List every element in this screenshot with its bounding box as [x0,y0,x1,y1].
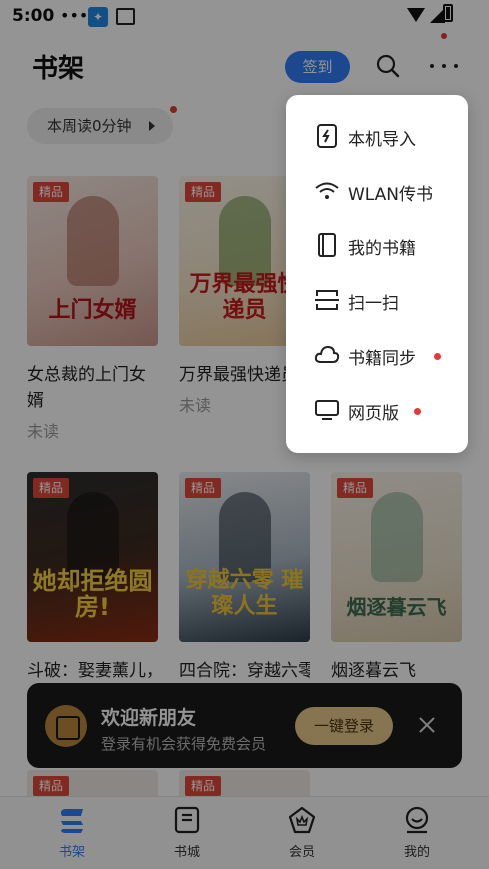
menu-item-local-import[interactable]: 本机导入 [286,112,468,160]
new-dot [414,408,421,415]
menu-label: WLAN传书 [348,185,434,205]
scan-icon [315,290,339,310]
menu-label: 扫一扫 [348,294,399,314]
menu-label: 书籍同步 [348,349,416,369]
menu-item-scan[interactable]: 扫一扫 [286,276,468,324]
menu-label: 本机导入 [348,130,416,150]
menu-item-my-books[interactable]: 我的书籍 [286,221,468,269]
monitor-icon [315,400,339,420]
more-popup-menu: 本机导入 WLAN传书 我的书籍 扫一扫 书籍同步 网页版 [286,95,468,453]
cloud-icon [314,345,340,363]
menu-label: 网页版 [348,404,399,424]
new-dot [434,353,441,360]
menu-label: 我的书籍 [348,239,416,259]
book-icon [318,233,336,257]
import-icon [317,124,337,148]
menu-item-book-sync[interactable]: 书籍同步 [286,331,468,379]
menu-item-web-version[interactable]: 网页版 [286,386,468,434]
menu-item-wlan-transfer[interactable]: WLAN传书 [286,167,468,215]
wifi-icon [315,182,339,199]
